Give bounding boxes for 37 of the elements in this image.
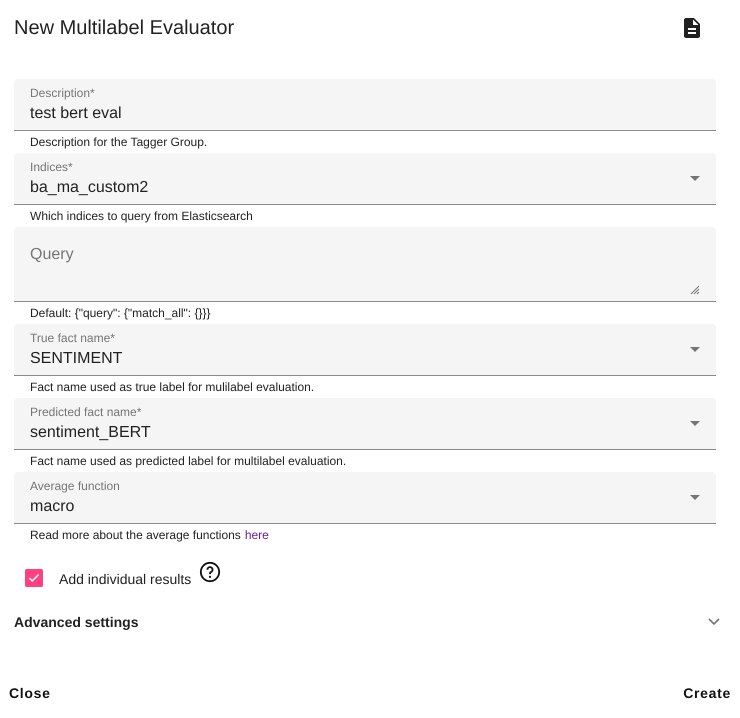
- checkbox-label: Add individual results: [59, 570, 192, 588]
- select-field[interactable]: Indices* ba_ma_custom2: [14, 153, 716, 205]
- resize-handle-icon[interactable]: [690, 285, 700, 295]
- checkbox[interactable]: [25, 569, 43, 587]
- select-field[interactable]: Average function macro: [14, 472, 716, 524]
- hint-text: Which indices to query from Elasticsearch: [30, 208, 253, 225]
- help-link[interactable]: here: [244, 526, 269, 544]
- dropdown-arrow-icon[interactable]: [690, 495, 700, 500]
- help-icon[interactable]: [199, 561, 222, 583]
- field-label: Average function: [30, 479, 121, 493]
- dropdown-arrow-icon[interactable]: [690, 347, 700, 352]
- field-value: macro: [30, 497, 76, 517]
- hint-text: Fact name used as predicted label for multilabel evaluation.: [30, 453, 346, 470]
- field-label: Predicted fact name*: [30, 405, 142, 419]
- field-label: Description*: [30, 86, 96, 100]
- field-value: ba_ma_custom2: [30, 178, 150, 198]
- hint-text: Fact name used as true label for mulilabel evaluation.: [30, 379, 314, 396]
- field-value: sentiment_BERT: [30, 423, 152, 443]
- dropdown-arrow-icon[interactable]: [690, 176, 700, 181]
- field-label: Indices*: [30, 160, 74, 174]
- chevron-icon[interactable]: [708, 618, 720, 626]
- query-textarea[interactable]: Query: [14, 227, 716, 302]
- dialog-button[interactable]: Create: [675, 675, 739, 711]
- dialog-button[interactable]: Close: [1, 675, 59, 711]
- hint-text: Read more about the average functions: [30, 527, 241, 544]
- field-value: SENTIMENT: [30, 349, 124, 369]
- hint-text: Default: {"query": {"match_all": {}}}: [30, 305, 210, 322]
- dialog-title: New Multilabel Evaluator: [14, 16, 234, 41]
- text-field[interactable]: Description* test bert eval: [14, 79, 716, 131]
- advanced-settings-header[interactable]: Advanced settings: [14, 598, 720, 646]
- select-field[interactable]: Predicted fact name* sentiment_BERT: [14, 398, 716, 450]
- checkmark-icon: [27, 571, 41, 585]
- field-value: test bert eval: [30, 104, 123, 124]
- hint-text: Description for the Tagger Group.: [30, 134, 208, 151]
- dropdown-arrow-icon[interactable]: [690, 421, 700, 426]
- select-field[interactable]: True fact name* SENTIMENT: [14, 324, 716, 376]
- field-label: True fact name*: [30, 331, 116, 345]
